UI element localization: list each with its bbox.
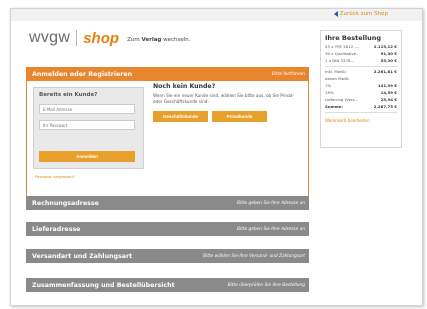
business-customer-button[interactable]: Geschäftskunde <box>153 111 208 122</box>
order-item-value: 2.115,12 € <box>373 44 397 49</box>
tax-amount: 141,99 € <box>377 83 397 88</box>
tagline-prefix: Zum <box>127 37 140 43</box>
logo-wvgw[interactable]: wvgw <box>29 29 70 47</box>
total-label: Summe: <box>325 104 343 109</box>
customer-type-buttons: Geschäftskunde Privatkunde <box>153 111 303 122</box>
back-arrow-icon <box>333 11 338 17</box>
logo-divider <box>76 30 78 46</box>
total-row: Summe: 2.287,75 € <box>325 104 397 109</box>
section-hint: Bitte fortfahren <box>271 71 305 77</box>
section-login-header[interactable]: Anmelden oder Registrieren Bitte fortfah… <box>26 67 309 81</box>
login-panel: Bereits ein Kunde? Anmelden Passwort ver… <box>26 81 309 207</box>
section-hint: Bitte geben Sie Ihre Adresse an <box>237 200 305 206</box>
existing-customer-box: Bereits ein Kunde? Anmelden <box>33 87 144 169</box>
section-shipping-payment[interactable]: Versandart und Zahlungsart Bitte wählen … <box>26 249 309 263</box>
subtotal-label: Inkl. MwSt.: <box>325 69 348 74</box>
section-title: Anmelden oder Registrieren <box>32 70 133 78</box>
switch-to-publisher[interactable]: Zum Verlag wechseln. <box>127 37 190 43</box>
new-customer-description: Wenn Sie ein neuer Kunde sind, wählen Si… <box>153 93 294 104</box>
order-item: 30 x Qualitative... 91,30 € <box>325 51 397 56</box>
order-summary: Ihre Bestellung 25 x TRF 2012 -... 2.115… <box>320 30 402 148</box>
shipping-label: Lieferung (Vers... <box>325 97 359 102</box>
section-hint: Bitte wählen Sie Ihre Versand- und Zahlu… <box>203 253 305 259</box>
back-to-shop-link[interactable]: Zurück zum Shop <box>333 11 388 17</box>
tagline-bold[interactable]: Verlag <box>141 37 161 43</box>
order-title: Ihre Bestellung <box>325 34 382 42</box>
order-item-label: 25 x TRF 2012 -... <box>325 44 360 49</box>
shipping-value: 25,94 € <box>380 97 397 102</box>
tax-row: 19% 14,59 € <box>325 90 397 95</box>
order-item-value: 91,30 € <box>380 51 397 56</box>
section-title: Rechnungsadresse <box>32 199 99 207</box>
subtotal-row: Inkl. MwSt.: 2.261,81 € <box>325 69 397 74</box>
tax-heading-row: davon MwSt. <box>325 76 397 81</box>
tagline-suffix: wechseln. <box>163 37 191 43</box>
tax-rate: 19% <box>325 90 334 95</box>
back-link-label: Zurück zum Shop <box>339 11 388 17</box>
section-summary[interactable]: Zusammenfassung und Bestellübersicht Bit… <box>26 278 309 292</box>
tax-row: 7% 141,99 € <box>325 83 397 88</box>
logo-shop[interactable]: shop <box>83 30 119 47</box>
section-delivery-address[interactable]: Lieferadresse Bitte geben Sie Ihre Adres… <box>26 222 309 236</box>
tax-amount: 14,59 € <box>380 90 397 95</box>
section-hint: Bitte überprüfen Sie Ihre Bestellung <box>227 282 305 288</box>
order-item-label: 30 x Qualitative... <box>325 51 360 56</box>
tax-rate: 7% <box>325 83 332 88</box>
section-billing-address[interactable]: Rechnungsadresse Bitte geben Sie Ihre Ad… <box>26 196 309 210</box>
shipping-row: Lieferung (Vers... 25,94 € <box>325 97 397 102</box>
order-item: 25 x TRF 2012 -... 2.115,12 € <box>325 44 397 49</box>
new-customer-block: Noch kein Kunde? Wenn Sie ein neuer Kund… <box>153 83 303 122</box>
existing-customer-title: Bereits ein Kunde? <box>39 92 98 98</box>
forgot-password-link[interactable]: Passwort vergessen? <box>35 174 75 179</box>
section-title: Versandart und Zahlungsart <box>32 252 133 260</box>
password-field[interactable] <box>39 120 135 130</box>
edit-cart-link[interactable]: Warenkorb bearbeiten <box>325 118 397 123</box>
total-value: 2.287,75 € <box>373 104 397 109</box>
subtotal-value: 2.261,81 € <box>373 69 397 74</box>
private-customer-button[interactable]: Privatkunde <box>212 111 267 122</box>
email-field[interactable] <box>39 104 135 114</box>
order-item-value: 55,30 € <box>380 58 397 63</box>
top-bar: Zurück zum Shop <box>11 9 422 21</box>
login-button[interactable]: Anmelden <box>39 151 135 162</box>
order-item-label: 1 x DIN 3378... <box>325 58 355 63</box>
section-title: Zusammenfassung und Bestellübersicht <box>32 281 175 289</box>
new-customer-title: Noch kein Kunde? <box>153 83 216 90</box>
header: wvgw shop Zum Verlag wechseln. <box>29 29 191 47</box>
divider <box>325 112 397 113</box>
section-hint: Bitte geben Sie Ihre Adresse an <box>237 226 305 232</box>
tax-heading: davon MwSt. <box>325 76 351 81</box>
order-item: 1 x DIN 3378... 55,30 € <box>325 58 397 63</box>
section-title: Lieferadresse <box>32 225 81 233</box>
divider <box>325 66 397 67</box>
